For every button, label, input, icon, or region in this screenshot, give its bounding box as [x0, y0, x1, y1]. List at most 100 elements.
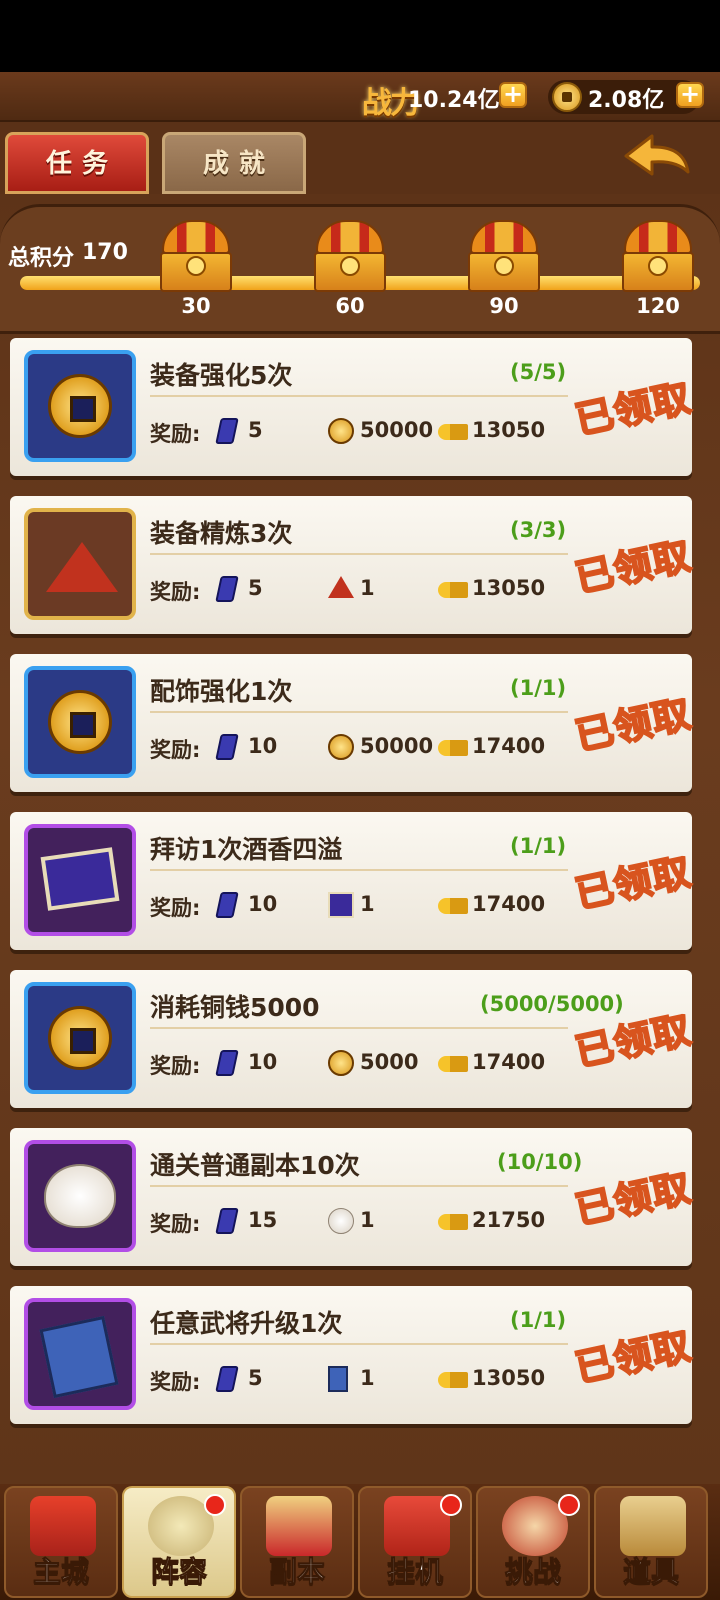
key-icon	[438, 898, 468, 914]
nav-items[interactable]: 道具	[594, 1486, 708, 1598]
reward-value: 50000	[360, 418, 434, 442]
reward-label: 奖励:	[150, 1054, 201, 1078]
ticket-icon	[215, 1050, 239, 1076]
coin-icon	[328, 734, 354, 760]
notification-dot	[204, 1494, 226, 1516]
divider	[150, 1185, 568, 1187]
task-icon	[24, 1298, 136, 1410]
coin-icon	[48, 690, 112, 754]
task-progress: (5/5)	[510, 360, 567, 384]
status-bar	[0, 0, 720, 72]
total-score-value: 170	[82, 240, 128, 265]
reward-value: 13050	[472, 576, 546, 600]
treasure-chest-icon[interactable]	[312, 220, 388, 292]
resource-bar: 战力 10.24亿 + 2.08亿 +	[0, 72, 720, 122]
divider	[150, 1343, 568, 1345]
task-icon	[24, 824, 136, 936]
milestone-label: 30	[181, 294, 211, 318]
reward-value: 5	[248, 576, 263, 600]
nav-label: 副本	[268, 1555, 325, 1589]
nav-label: 道具	[622, 1555, 679, 1589]
refine-powder-icon	[46, 542, 118, 592]
task-progress: (10/10)	[497, 1150, 583, 1174]
reward-value: 17400	[472, 1050, 546, 1074]
task-card: 配饰强化1次 (1/1) 奖励: 10 50000 17400 已领取	[10, 654, 696, 792]
nav-label: 主城	[32, 1555, 89, 1589]
add-power-button[interactable]: +	[499, 82, 527, 108]
key-icon	[438, 1214, 468, 1230]
tab-achievements[interactable]: 成就	[162, 132, 306, 194]
task-card: 装备强化5次 (5/5) 奖励: 5 50000 13050 已领取	[10, 338, 696, 476]
coin-icon	[552, 82, 582, 112]
task-card: 任意武将升级1次 (1/1) 奖励: 5 1 13050 已领取	[10, 1286, 696, 1424]
nav-main-city[interactable]: 主城	[4, 1486, 118, 1598]
task-progress: (5000/5000)	[480, 992, 624, 1016]
reward-value: 1	[360, 1208, 375, 1232]
tab-tasks[interactable]: 任务	[5, 132, 149, 194]
reward-value: 1	[360, 892, 375, 916]
reward-value: 13050	[472, 1366, 546, 1390]
coin-icon	[48, 374, 112, 438]
task-icon	[24, 350, 136, 462]
notification-dot	[440, 1494, 462, 1516]
notification-dot	[558, 1494, 580, 1516]
claimed-stamp: 已领取	[570, 848, 696, 917]
reward-label: 奖励:	[150, 580, 201, 604]
divider	[150, 553, 568, 555]
nav-lineup[interactable]: 阵容	[122, 1486, 236, 1598]
coin-value: 2.08亿	[588, 88, 665, 113]
nav-challenge[interactable]: 挑战	[476, 1486, 590, 1598]
divider	[150, 711, 568, 713]
ticket-icon	[215, 1366, 239, 1392]
task-title: 任意武将升级1次	[150, 1309, 343, 1338]
task-title: 拜访1次酒香四溢	[150, 835, 343, 864]
key-icon	[438, 582, 468, 598]
divider	[150, 1027, 568, 1029]
nav-idle[interactable]: 挂机	[358, 1486, 472, 1598]
treasure-chest-icon[interactable]	[620, 220, 696, 292]
reward-value: 21750	[472, 1208, 546, 1232]
items-scroll-icon	[620, 1496, 686, 1556]
dungeon-icon	[266, 1496, 332, 1556]
nav-dungeon[interactable]: 副本	[240, 1486, 354, 1598]
treasure-chest-icon[interactable]	[466, 220, 542, 292]
key-icon	[438, 1056, 468, 1072]
treasure-chest-icon[interactable]	[158, 220, 234, 292]
task-icon	[24, 1140, 136, 1252]
ticket-icon	[215, 418, 239, 444]
key-icon	[438, 424, 468, 440]
reward-label: 奖励:	[150, 896, 201, 920]
task-card: 消耗铜钱5000 (5000/5000) 奖励: 10 5000 17400 已…	[10, 970, 696, 1108]
claimed-stamp: 已领取	[570, 1164, 696, 1233]
reward-label: 奖励:	[150, 738, 201, 762]
milestone-label: 90	[489, 294, 519, 318]
total-score-label: 总积分	[8, 246, 75, 271]
claimed-stamp: 已领取	[570, 374, 696, 443]
task-icon	[24, 982, 136, 1094]
claimed-stamp: 已领取	[570, 532, 696, 601]
key-icon	[438, 740, 468, 756]
nav-label: 阵容	[150, 1555, 207, 1589]
coin-icon	[328, 1050, 354, 1076]
power-value: 10.24亿	[408, 88, 500, 113]
reward-value: 1	[360, 1366, 375, 1390]
task-progress: (1/1)	[510, 1308, 567, 1332]
add-coins-button[interactable]: +	[676, 82, 704, 108]
coin-icon	[328, 418, 354, 444]
claimed-stamp: 已领取	[570, 690, 696, 759]
reward-value: 10	[248, 1050, 278, 1074]
task-icon	[24, 508, 136, 620]
claimed-stamp: 已领取	[570, 1322, 696, 1391]
refine-powder-icon	[328, 576, 354, 598]
task-title: 配饰强化1次	[150, 677, 293, 706]
key-icon	[438, 1372, 468, 1388]
task-progress: (3/3)	[510, 518, 567, 542]
reward-value: 1	[360, 576, 375, 600]
reward-value: 5000	[360, 1050, 419, 1074]
milestone-label: 60	[335, 294, 365, 318]
ticket-icon	[215, 892, 239, 918]
reward-value: 10	[248, 734, 278, 758]
nav-label: 挂机	[386, 1555, 443, 1589]
back-arrow-icon[interactable]	[622, 132, 694, 184]
task-progress: (1/1)	[510, 676, 567, 700]
